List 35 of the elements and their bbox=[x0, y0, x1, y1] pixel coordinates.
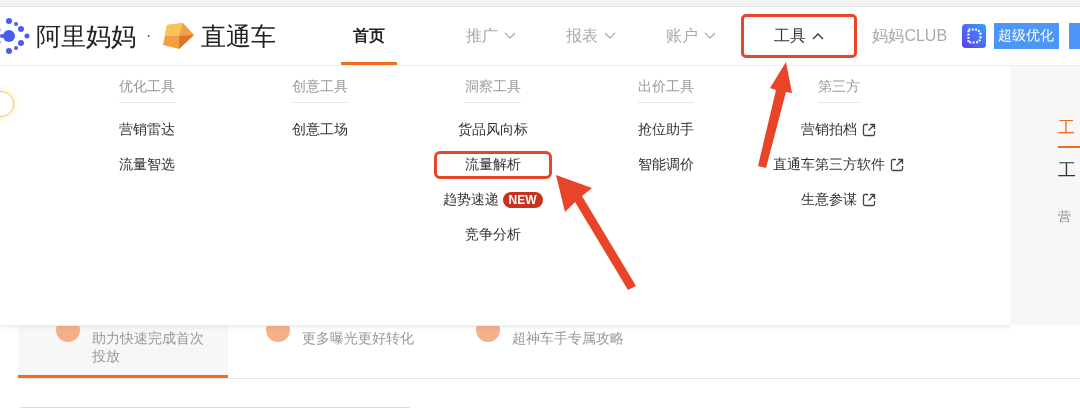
column-heading: 创意工具 bbox=[291, 78, 348, 103]
side-title: 工 bbox=[1058, 159, 1077, 182]
menu-item[interactable]: 智能调价 bbox=[637, 155, 694, 174]
new-badge: NEW bbox=[502, 191, 543, 208]
menu-item[interactable]: 流量解析 bbox=[433, 150, 552, 179]
column-heading: 出价工具 bbox=[637, 78, 694, 103]
logo-separator: · bbox=[146, 27, 152, 45]
menu-item[interactable]: 趋势速递 bbox=[442, 190, 499, 209]
chevron-icon bbox=[811, 32, 824, 40]
column-heading: 第三方 bbox=[817, 78, 860, 103]
menu-item[interactable]: 货品风向标 bbox=[457, 120, 528, 139]
menu-item[interactable]: 流量智选 bbox=[118, 155, 175, 174]
logo-icon bbox=[0, 16, 30, 56]
menu-item[interactable]: 直通车第三方软件 bbox=[773, 155, 904, 174]
product-name: 直通车 bbox=[201, 20, 277, 52]
partial-button[interactable] bbox=[1068, 23, 1080, 49]
menu-item[interactable]: 生意参谋 bbox=[801, 190, 876, 209]
menu-item[interactable]: 抢位助手 bbox=[637, 120, 694, 139]
menu-item[interactable]: 营销雷达 bbox=[118, 120, 175, 139]
nav-tab[interactable]: 工具 bbox=[740, 14, 857, 58]
external-link-icon bbox=[890, 157, 904, 172]
brand-name: 阿里妈妈 bbox=[36, 20, 136, 52]
app-icon[interactable] bbox=[961, 23, 986, 49]
menu-item[interactable]: 创意工场 bbox=[291, 120, 348, 139]
chevron-icon bbox=[703, 32, 716, 40]
menu-item[interactable]: 营销拍档 bbox=[801, 120, 876, 139]
column-heading: 优化工具 bbox=[118, 78, 175, 103]
side-text: 营 bbox=[1058, 208, 1072, 226]
external-link-icon bbox=[862, 122, 876, 137]
chevron-icon bbox=[503, 32, 516, 40]
external-link-icon bbox=[862, 192, 876, 207]
gem-icon bbox=[161, 22, 196, 50]
menu-item[interactable]: 竞争分析 bbox=[464, 225, 521, 244]
column-heading: 洞察工具 bbox=[464, 78, 521, 103]
chevron-icon bbox=[603, 32, 616, 40]
